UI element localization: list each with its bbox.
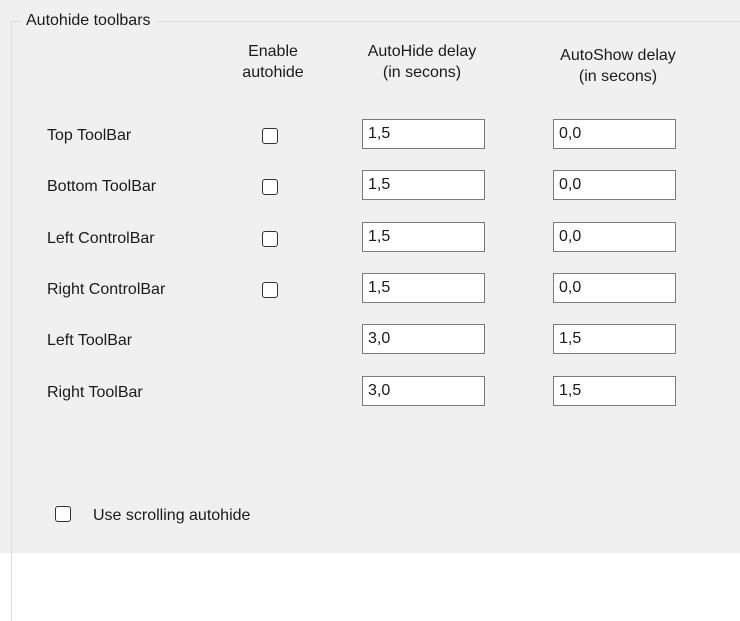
autohide-delay-input-right-toolbar[interactable] — [362, 376, 485, 406]
row-label-left-controlbar: Left ControlBar — [47, 230, 155, 247]
enable-checkbox-left-controlbar[interactable] — [262, 231, 278, 247]
enable-checkbox-bottom-toolbar[interactable] — [262, 179, 278, 195]
header-autoshow-line1: AutoShow delay — [560, 47, 676, 64]
header-autohide-line2: (in secons) — [382, 64, 462, 81]
autoshow-delay-input-top-toolbar[interactable] — [553, 119, 676, 149]
header-enable-line2: autohide — [242, 64, 304, 81]
row-label-right-controlbar: Right ControlBar — [47, 281, 166, 298]
autohide-delay-input-top-toolbar[interactable] — [362, 119, 485, 149]
row-label-left-toolbar: Left ToolBar — [47, 332, 133, 349]
autohide-groupbox — [11, 21, 740, 621]
use-scrolling-autohide-checkbox[interactable] — [55, 506, 71, 522]
autoshow-delay-input-left-controlbar[interactable] — [553, 222, 676, 252]
autoshow-delay-input-right-toolbar[interactable] — [553, 376, 676, 406]
header-autoshow-line2: (in secons) — [578, 68, 658, 85]
autoshow-delay-input-left-toolbar[interactable] — [553, 324, 676, 354]
autohide-delay-input-right-controlbar[interactable] — [362, 273, 485, 303]
autohide-delay-input-left-toolbar[interactable] — [362, 324, 485, 354]
header-enable-line1: Enable — [248, 43, 298, 60]
header-autohide-line1: AutoHide delay — [367, 43, 477, 60]
autoshow-delay-input-right-controlbar[interactable] — [553, 273, 676, 303]
header-autoshow-delay: AutoShow delay (in secons) — [533, 45, 703, 87]
enable-checkbox-right-controlbar[interactable] — [262, 282, 278, 298]
groupbox-title: Autohide toolbars — [22, 11, 156, 31]
autohide-delay-input-bottom-toolbar[interactable] — [362, 170, 485, 200]
header-autohide-delay: AutoHide delay (in secons) — [344, 41, 500, 83]
row-label-top-toolbar: Top ToolBar — [47, 127, 132, 144]
row-label-bottom-toolbar: Bottom ToolBar — [47, 178, 157, 195]
use-scrolling-autohide-label[interactable]: Use scrolling autohide — [93, 506, 250, 526]
header-enable-autohide: Enable autohide — [213, 41, 333, 83]
autohide-delay-input-left-controlbar[interactable] — [362, 222, 485, 252]
autohide-settings-panel: Autohide toolbars Enable autohide AutoHi… — [0, 0, 740, 621]
autoshow-delay-input-bottom-toolbar[interactable] — [553, 170, 676, 200]
row-label-right-toolbar: Right ToolBar — [47, 384, 143, 401]
enable-checkbox-top-toolbar[interactable] — [262, 128, 278, 144]
